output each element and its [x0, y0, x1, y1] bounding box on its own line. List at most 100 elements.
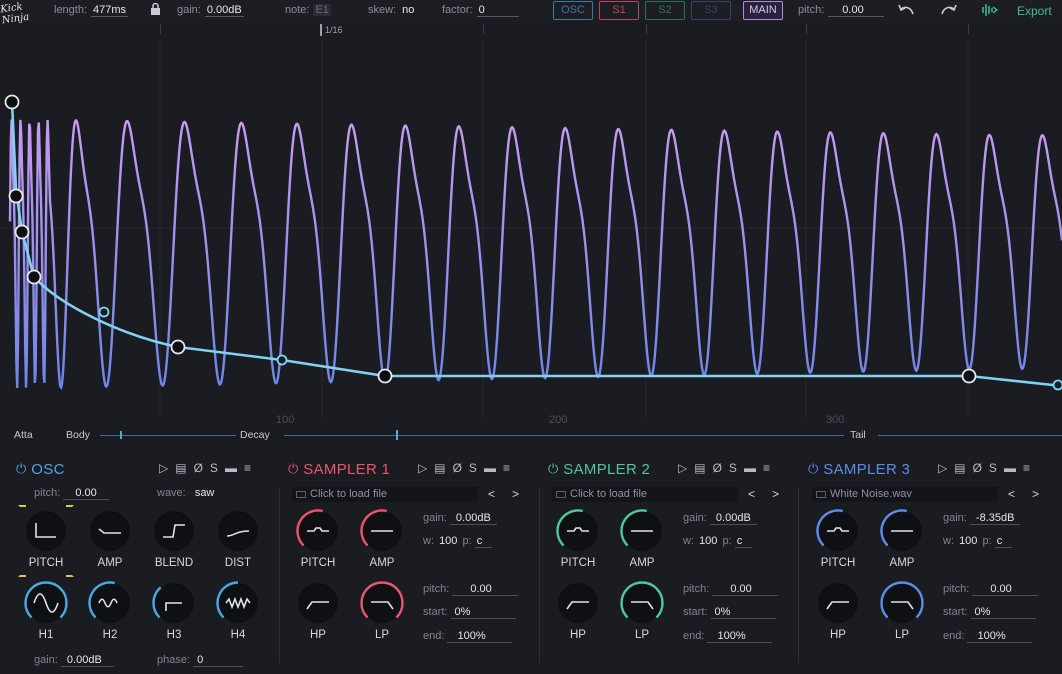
factor-value[interactable]: 0	[476, 4, 519, 17]
dist-knob[interactable]	[216, 509, 260, 553]
phase-invert-icon[interactable]: Ø	[713, 461, 722, 475]
solo-icon[interactable]: S	[729, 461, 737, 475]
lp-knob[interactable]	[620, 581, 664, 625]
end-param[interactable]: end: 100%	[943, 630, 1032, 643]
h2-knob[interactable]	[88, 581, 132, 625]
note-value[interactable]: E1	[313, 4, 331, 16]
param-value[interactable]: c	[994, 535, 1013, 548]
envelope-node[interactable]	[961, 368, 977, 384]
start-param[interactable]: start: 0%	[943, 606, 1037, 619]
mode-s3-button[interactable]: S3	[691, 1, 731, 20]
envelope-node[interactable]	[377, 368, 393, 384]
power-icon[interactable]: ⏻	[808, 461, 818, 477]
amp-knob[interactable]	[360, 509, 404, 553]
pitch-knob[interactable]	[816, 509, 860, 553]
param-value[interactable]: 0	[193, 654, 244, 667]
param-value[interactable]: 0%	[450, 606, 517, 619]
param-value[interactable]: c	[474, 535, 493, 548]
envelope-node[interactable]	[4, 94, 20, 110]
pitch-param[interactable]: pitch: 0.00	[943, 583, 1038, 596]
width-param[interactable]: w: 100 p: c	[683, 535, 753, 548]
h1-knob[interactable]	[24, 581, 68, 625]
redo-icon[interactable]	[938, 2, 958, 21]
next-file-button[interactable]: >	[512, 487, 519, 501]
prev-file-button[interactable]: <	[748, 487, 755, 501]
param-value[interactable]: 100%	[967, 630, 1032, 643]
param-value[interactable]: 0.00	[972, 583, 1038, 596]
end-param[interactable]: end: 100%	[683, 630, 772, 643]
pitch-value[interactable]: 0.00	[828, 4, 884, 17]
lp-knob[interactable]	[880, 581, 924, 625]
osc-wave-param[interactable]: wave: saw	[157, 487, 216, 499]
lp-knob[interactable]	[360, 581, 404, 625]
mode-main-button[interactable]: MAIN	[743, 1, 783, 20]
segment-attack[interactable]: Atta	[14, 429, 33, 441]
menu-icon[interactable]: ≡	[244, 461, 251, 475]
power-icon[interactable]: ⏻	[548, 461, 558, 477]
envelope-node[interactable]	[276, 354, 288, 366]
export-button[interactable]: Export	[1017, 4, 1052, 18]
note-param[interactable]: note: E1	[285, 4, 331, 16]
param-value[interactable]: 0.00	[63, 487, 109, 500]
param-value[interactable]: 0.00dB	[60, 654, 114, 667]
param-value[interactable]: 0%	[970, 606, 1037, 619]
param-value[interactable]: 0.00	[452, 583, 518, 596]
gain-value[interactable]: 0.00dB	[204, 4, 244, 17]
save-icon[interactable]: ▤	[694, 461, 705, 475]
amp-knob[interactable]	[88, 509, 132, 553]
skew-param[interactable]: skew: no	[368, 4, 416, 16]
param-value[interactable]: 0.00	[712, 583, 778, 596]
segment-decay[interactable]: Decay	[240, 429, 270, 441]
blend-knob[interactable]	[152, 509, 196, 553]
param-value[interactable]: 100	[437, 535, 459, 547]
save-icon[interactable]: ▤	[954, 461, 965, 475]
start-param[interactable]: start: 0%	[423, 606, 517, 619]
hp-knob[interactable]	[296, 581, 340, 625]
save-icon[interactable]: ▤	[434, 461, 445, 475]
solo-icon[interactable]: S	[469, 461, 477, 475]
mode-s1-button[interactable]: S1	[599, 1, 639, 20]
length-value[interactable]: 477ms	[91, 4, 129, 17]
param-value[interactable]: 100	[957, 535, 979, 547]
envelope-node[interactable]	[26, 269, 42, 285]
pitch-param[interactable]: pitch: 0.00	[798, 4, 884, 17]
play-icon[interactable]: ▷	[159, 461, 168, 475]
skew-value[interactable]: no	[400, 4, 416, 16]
menu-icon[interactable]: ≡	[503, 461, 510, 475]
power-icon[interactable]: ⏻	[288, 461, 298, 477]
amp-knob[interactable]	[880, 509, 924, 553]
play-icon[interactable]: ▷	[938, 461, 947, 475]
hp-knob[interactable]	[816, 581, 860, 625]
lock-icon[interactable]: ▬	[744, 461, 756, 475]
osc-pitch-param[interactable]: pitch: 0.00	[34, 487, 109, 500]
gain-param[interactable]: gain: 0.00dB	[683, 512, 757, 525]
hp-knob[interactable]	[556, 581, 600, 625]
phase-invert-icon[interactable]: Ø	[194, 461, 203, 475]
menu-icon[interactable]: ≡	[1023, 461, 1030, 475]
prev-file-button[interactable]: <	[1008, 487, 1015, 501]
param-value[interactable]: 100	[697, 535, 719, 547]
envelope-node[interactable]	[8, 188, 24, 204]
export-waveform-icon[interactable]	[982, 3, 999, 20]
prev-file-button[interactable]: <	[488, 487, 495, 501]
h3-knob[interactable]	[152, 581, 196, 625]
envelope-node[interactable]	[1052, 379, 1062, 391]
gain-param[interactable]: gain: -8.35dB	[943, 512, 1021, 525]
segment-divider[interactable]	[396, 430, 398, 440]
file-load-slot[interactable]: Click to load file	[552, 487, 738, 502]
width-param[interactable]: w: 100 p: c	[423, 535, 493, 548]
osc-phase-param[interactable]: phase: 0	[157, 654, 244, 667]
play-icon[interactable]: ▷	[678, 461, 687, 475]
lock-icon[interactable]: ▬	[1004, 461, 1016, 475]
amp-knob[interactable]	[620, 509, 664, 553]
pitch-param[interactable]: pitch: 0.00	[423, 583, 518, 596]
pitch-param[interactable]: pitch: 0.00	[683, 583, 778, 596]
mode-osc-button[interactable]: OSC	[553, 1, 593, 20]
pitch-knob[interactable]	[556, 509, 600, 553]
mode-s2-button[interactable]: S2	[645, 1, 685, 20]
start-param[interactable]: start: 0%	[683, 606, 777, 619]
factor-param[interactable]: factor: 0	[442, 4, 519, 17]
width-param[interactable]: w: 100 p: c	[943, 535, 1013, 548]
osc-gain-param[interactable]: gain: 0.00dB	[34, 654, 114, 667]
lock-icon[interactable]: ▬	[225, 461, 237, 475]
